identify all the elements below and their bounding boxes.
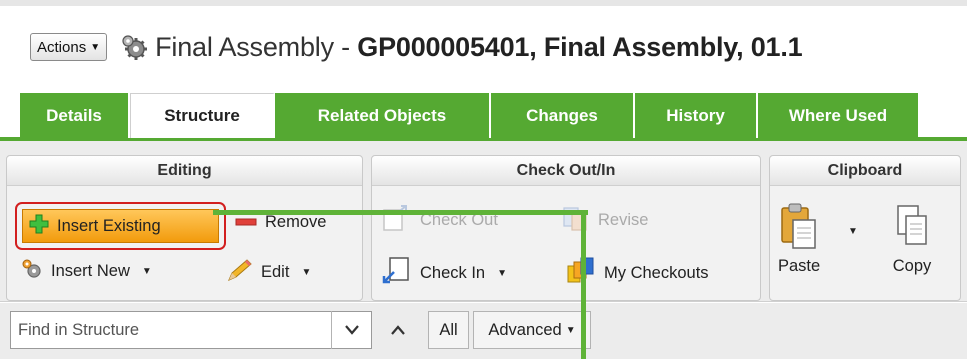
page-title-identifier: GP000005401, Final Assembly, 01.1 — [357, 31, 803, 62]
check-in-label: Check In — [420, 264, 486, 282]
annotation-line-vertical — [581, 210, 586, 359]
check-out-button[interactable]: Check Out — [382, 204, 498, 237]
chevron-down-icon: ▼ — [90, 41, 101, 53]
advanced-button[interactable]: Advanced ▼ — [473, 311, 591, 349]
edit-button[interactable]: Edit ▼ — [225, 258, 311, 287]
ribbon-toolbar: Editing Insert Existing Remove Insert Ne… — [0, 141, 967, 302]
advanced-label: Advanced — [488, 320, 562, 339]
tab-label: Structure — [164, 106, 240, 125]
checkout-group-title: Check Out/In — [372, 156, 760, 186]
remove-button[interactable]: Remove — [235, 213, 326, 232]
my-checkouts-button[interactable]: My Checkouts — [566, 256, 709, 291]
insert-new-button[interactable]: Insert New ▼ — [21, 258, 152, 285]
search-previous-button[interactable] — [380, 311, 416, 349]
tab-label: Changes — [526, 105, 598, 125]
tab-history[interactable]: History — [635, 93, 758, 138]
all-button[interactable]: All — [428, 311, 469, 349]
chevron-up-icon — [391, 321, 405, 340]
clipboard-group: Clipboard Paste ▼ Copy — [769, 155, 961, 301]
top-border — [0, 0, 967, 6]
tab-label: History — [666, 105, 725, 125]
plus-icon — [29, 214, 49, 239]
my-checkouts-label: My Checkouts — [604, 264, 709, 282]
all-label: All — [439, 320, 458, 339]
copy-label: Copy — [892, 257, 932, 275]
chevron-down-icon — [345, 321, 359, 340]
check-in-icon — [382, 256, 412, 291]
tab-label: Related Objects — [317, 105, 447, 125]
checkout-group: Check Out/In Check Out Revise Check In ▼ — [371, 155, 761, 301]
clipboard-group-title: Clipboard — [770, 156, 960, 186]
edit-label: Edit — [261, 263, 290, 281]
annotation-line-horizontal — [213, 210, 588, 215]
tab-label: Where Used — [788, 105, 888, 125]
insert-existing-label: Insert Existing — [57, 216, 161, 235]
pencil-icon — [225, 258, 253, 287]
copy-icon — [892, 202, 932, 257]
editing-group: Editing Insert Existing Remove Insert Ne… — [6, 155, 363, 301]
revise-button[interactable]: Revise — [562, 204, 648, 237]
copy-button[interactable]: Copy — [892, 202, 932, 276]
tab-related-objects[interactable]: Related Objects — [275, 93, 491, 138]
chevron-down-icon: ▼ — [565, 324, 576, 336]
tab-where-used[interactable]: Where Used — [758, 93, 918, 138]
paste-label: Paste — [778, 257, 821, 275]
page-title: Final Assembly - GP000005401, Final Asse… — [155, 31, 803, 63]
paste-dropdown-icon[interactable]: ▼ — [848, 226, 858, 237]
revise-label: Revise — [598, 211, 649, 229]
clipboard-icon — [779, 202, 819, 257]
tab-changes[interactable]: Changes — [491, 93, 635, 138]
chevron-down-icon: ▼ — [141, 266, 152, 277]
gears-icon — [119, 32, 149, 62]
actions-button-label: Actions — [37, 38, 87, 56]
page-title-name: Final Assembly - — [155, 31, 358, 62]
insert-existing-button[interactable]: Insert Existing — [22, 209, 219, 243]
editing-group-title: Editing — [7, 156, 362, 186]
tab-structure[interactable]: Structure — [130, 93, 275, 138]
find-in-structure-input[interactable] — [10, 311, 372, 349]
tab-details[interactable]: Details — [20, 93, 130, 138]
check-out-icon — [382, 204, 412, 237]
insert-new-label: Insert New — [51, 262, 130, 280]
chevron-down-icon: ▼ — [301, 267, 312, 278]
tab-bar: Details Structure Related Objects Change… — [20, 93, 918, 138]
insert-existing-highlight: Insert Existing — [15, 202, 226, 250]
search-next-button[interactable] — [331, 311, 372, 349]
chevron-down-icon: ▼ — [497, 268, 508, 279]
check-in-button[interactable]: Check In ▼ — [382, 256, 507, 291]
minus-icon — [235, 213, 257, 232]
tab-label: Details — [46, 105, 102, 125]
actions-button[interactable]: Actions ▼ — [30, 33, 108, 61]
structure-search-bar: All Advanced ▼ — [0, 303, 967, 359]
page-header: Actions ▼ Final Assembly - GP000005401, … — [30, 27, 803, 67]
paste-button[interactable]: Paste — [778, 202, 820, 276]
remove-label: Remove — [265, 213, 327, 231]
gears-icon — [21, 258, 43, 285]
